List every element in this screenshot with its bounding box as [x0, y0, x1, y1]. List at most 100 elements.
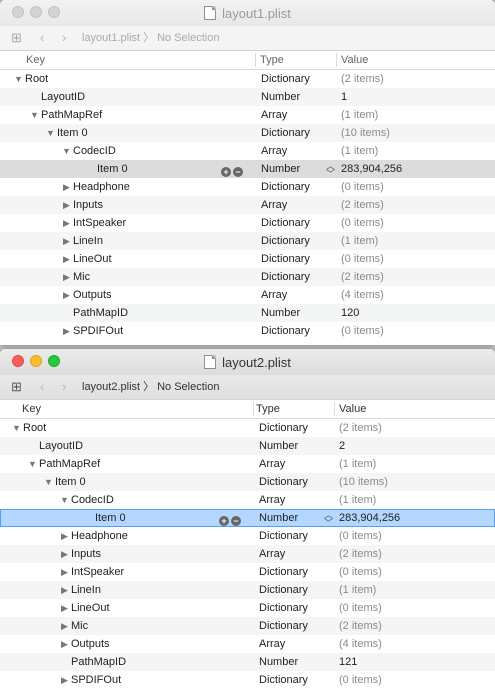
value-cell[interactable]: (2 items)	[341, 70, 384, 88]
breadcrumb-selection[interactable]: No Selection	[157, 381, 219, 393]
key-cell[interactable]: ▼ Root	[0, 70, 48, 88]
value-text[interactable]: (4 items)	[339, 638, 382, 650]
value-text[interactable]: (0 items)	[341, 217, 384, 229]
key-text[interactable]: PathMapRef	[41, 109, 102, 121]
disclosure-closed-icon[interactable]: ▶	[60, 671, 69, 689]
table-row[interactable]: ▶ Mic Dictionary (2 items)	[0, 268, 495, 286]
value-text[interactable]: 283,904,256	[339, 512, 400, 524]
disclosure-open-icon[interactable]: ▼	[30, 106, 39, 124]
stepper-icon[interactable]: ︿ ﹀	[326, 162, 335, 179]
type-cell[interactable]: Array	[261, 106, 287, 124]
disclosure-closed-icon[interactable]: ▶	[60, 581, 69, 599]
table-row[interactable]: ▶ SPDIFOut Dictionary (0 items)	[0, 671, 495, 689]
key-cell[interactable]: ▶ SPDIFOut	[0, 322, 123, 340]
key-cell[interactable]: ▼ Item 0	[0, 124, 88, 142]
key-cell[interactable]: ▼ Item 0	[0, 473, 86, 491]
disclosure-closed-icon[interactable]: ▶	[62, 232, 71, 250]
column-value[interactable]: Value	[341, 51, 368, 69]
type-cell[interactable]: Dictionary	[259, 617, 308, 635]
value-text[interactable]: (1 item)	[339, 458, 376, 470]
value-cell[interactable]: (0 items)	[341, 322, 384, 340]
breadcrumb-file[interactable]: layout1.plist	[82, 32, 140, 44]
key-cell[interactable]: ▼ CodecID	[0, 142, 116, 160]
value-text[interactable]: (1 item)	[341, 109, 378, 121]
type-cell[interactable]: Dictionary	[259, 527, 308, 545]
value-cell[interactable]: (1 item)	[341, 142, 378, 160]
key-text[interactable]: Item 0	[55, 476, 86, 488]
key-cell[interactable]: ▶ Outputs	[0, 286, 112, 304]
table-row[interactable]: LayoutID Number 2	[0, 437, 495, 455]
disclosure-open-icon[interactable]: ▼	[60, 491, 69, 509]
value-text[interactable]: (2 items)	[341, 271, 384, 283]
disclosure-open-icon[interactable]: ▼	[28, 455, 37, 473]
table-row[interactable]: PathMapID Number 121	[0, 653, 495, 671]
value-cell[interactable]: ︿ ﹀ 283,904,256	[324, 509, 400, 528]
stepper-icon[interactable]: ︿ ﹀	[324, 511, 333, 528]
table-row[interactable]: ▼ PathMapRef Array (1 item)	[0, 455, 495, 473]
value-cell[interactable]: (0 items)	[339, 671, 382, 689]
type-cell[interactable]: Dictionary	[259, 581, 308, 599]
disclosure-closed-icon[interactable]: ▶	[60, 617, 69, 635]
key-cell[interactable]: ▶ Outputs	[0, 635, 110, 653]
key-cell[interactable]: Item 0	[0, 160, 128, 178]
value-cell[interactable]: (2 items)	[339, 617, 382, 635]
column-divider[interactable]	[334, 402, 335, 416]
value-text[interactable]: (0 items)	[339, 530, 382, 542]
table-row[interactable]: ▶ IntSpeaker Dictionary (0 items)	[0, 563, 495, 581]
key-text[interactable]: Outputs	[73, 289, 112, 301]
disclosure-closed-icon[interactable]: ▶	[62, 214, 71, 232]
type-cell[interactable]: Dictionary	[261, 268, 310, 286]
key-cell[interactable]: ▶ IntSpeaker	[0, 563, 124, 581]
type-cell[interactable]: Dictionary	[261, 124, 310, 142]
key-cell[interactable]: ▶ Mic	[0, 268, 90, 286]
chevron-right-icon[interactable]: ›	[62, 375, 66, 399]
type-cell[interactable]: Dictionary	[261, 322, 310, 340]
table-row[interactable]: ▶ LineOut Dictionary (0 items)	[0, 250, 495, 268]
key-text[interactable]: PathMapID	[71, 656, 126, 668]
key-cell[interactable]: ▶ Inputs	[0, 545, 101, 563]
value-cell[interactable]: (1 item)	[339, 581, 376, 599]
value-cell[interactable]: (2 items)	[341, 196, 384, 214]
key-cell[interactable]: PathMapID	[0, 304, 128, 322]
table-row[interactable]: ▶ Headphone Dictionary (0 items)	[0, 178, 495, 196]
key-text[interactable]: LineIn	[71, 584, 101, 596]
type-cell[interactable]: Dictionary	[261, 232, 310, 250]
key-text[interactable]: LineOut	[71, 602, 110, 614]
type-cell[interactable]: Dictionary	[259, 563, 308, 581]
key-text[interactable]: SPDIFOut	[73, 325, 123, 337]
key-text[interactable]: LineIn	[73, 235, 103, 247]
key-text[interactable]: Headphone	[71, 530, 128, 542]
value-cell[interactable]: (0 items)	[339, 563, 382, 581]
key-text[interactable]: SPDIFOut	[71, 674, 121, 686]
disclosure-closed-icon[interactable]: ▶	[62, 178, 71, 196]
key-text[interactable]: Inputs	[73, 199, 103, 211]
type-cell[interactable]: Number	[259, 653, 298, 671]
value-text[interactable]: (0 items)	[341, 253, 384, 265]
type-cell[interactable]: Array	[261, 142, 287, 160]
value-text[interactable]: (10 items)	[339, 476, 388, 488]
value-text[interactable]: (2 items)	[339, 620, 382, 632]
type-cell[interactable]: Array	[259, 635, 285, 653]
disclosure-open-icon[interactable]: ▼	[62, 142, 71, 160]
table-row[interactable]: ▶ LineOut Dictionary (0 items)	[0, 599, 495, 617]
type-cell[interactable]: Array	[259, 545, 285, 563]
value-cell[interactable]: (1 item)	[341, 106, 378, 124]
key-cell[interactable]: ▶ LineOut	[0, 599, 110, 617]
table-row[interactable]: ▶ LineIn Dictionary (1 item)	[0, 581, 495, 599]
key-text[interactable]: PathMapRef	[39, 458, 100, 470]
key-cell[interactable]: ▶ Mic	[0, 617, 88, 635]
key-cell[interactable]: LayoutID	[0, 88, 85, 106]
key-text[interactable]: CodecID	[73, 145, 116, 157]
type-cell[interactable]: Dictionary	[259, 671, 308, 689]
breadcrumb[interactable]: layout1.plist 〉 No Selection	[82, 26, 219, 50]
key-text[interactable]: Inputs	[71, 548, 101, 560]
column-key[interactable]: Key	[22, 400, 41, 418]
value-text[interactable]: (0 items)	[339, 602, 382, 614]
key-text[interactable]: PathMapID	[73, 307, 128, 319]
disclosure-closed-icon[interactable]: ▶	[60, 599, 69, 617]
key-cell[interactable]: ▼ CodecID	[0, 491, 114, 509]
key-cell[interactable]: LayoutID	[0, 437, 83, 455]
disclosure-closed-icon[interactable]: ▶	[60, 527, 69, 545]
value-text[interactable]: (2 items)	[339, 548, 382, 560]
type-cell[interactable]: Dictionary	[259, 599, 308, 617]
